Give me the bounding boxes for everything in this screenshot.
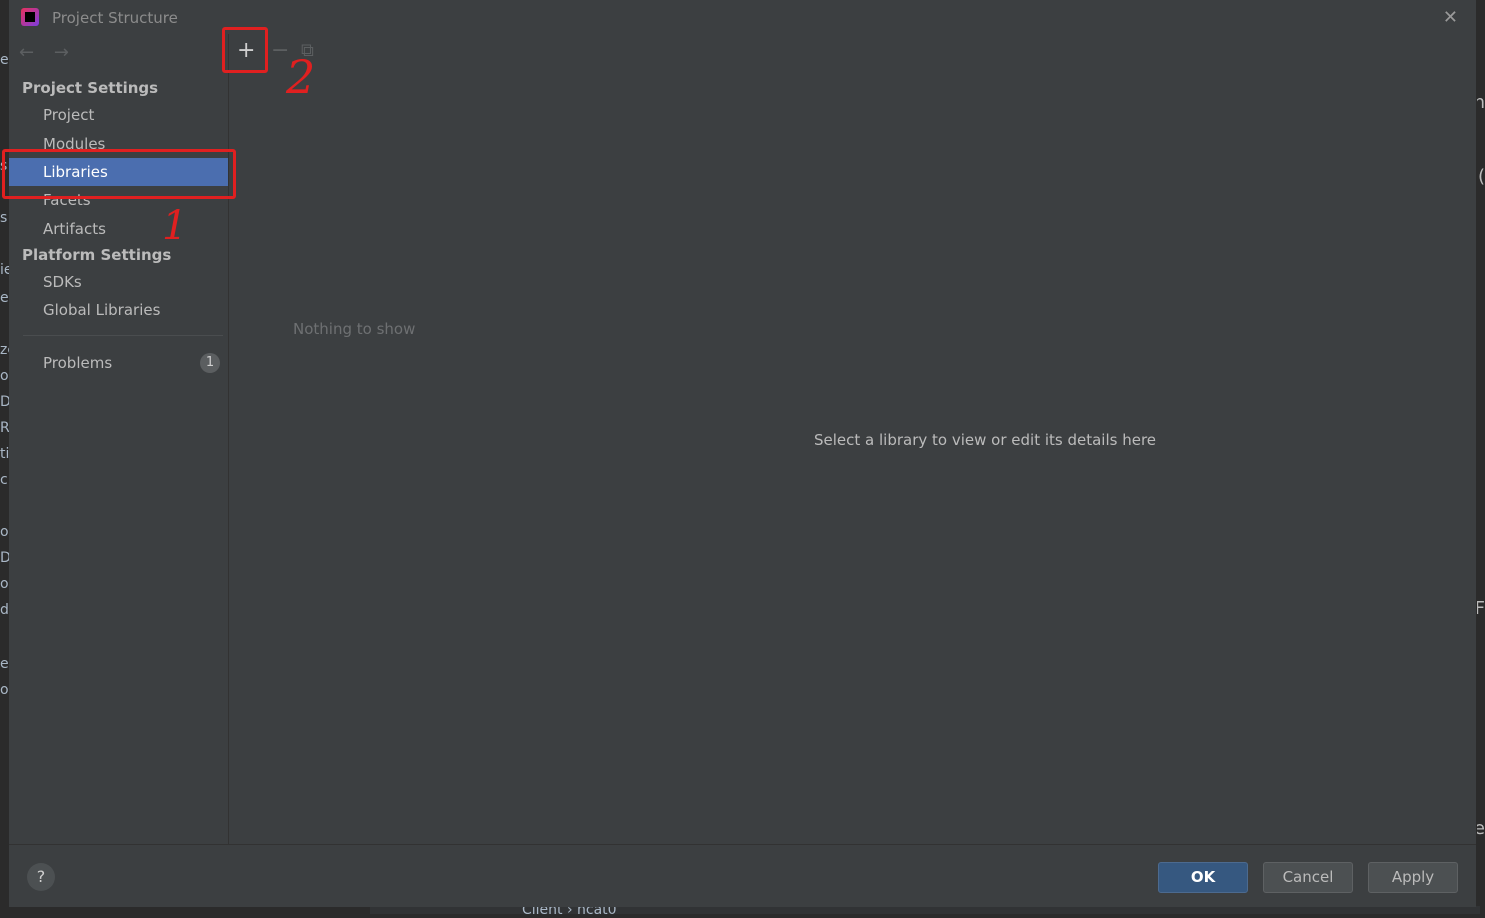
window-title: Project Structure: [52, 9, 178, 27]
forward-arrow-icon[interactable]: →: [54, 42, 69, 63]
sidebar-item-artifacts[interactable]: Artifacts: [9, 215, 228, 243]
problems-count-badge: 1: [200, 353, 220, 373]
sidebar-item-label: Problems: [43, 354, 113, 372]
background-ide-right: n ( F e: [1474, 0, 1485, 914]
bg-text: o: [0, 682, 9, 698]
annotation-box-add: [222, 27, 268, 73]
empty-list-text: Nothing to show: [293, 320, 416, 338]
dialog-footer: ? OK Cancel Apply: [9, 844, 1476, 907]
sidebar-item-label: Project: [43, 106, 95, 124]
sidebar-item-label: Artifacts: [43, 220, 106, 238]
platform-settings-header: Platform Settings: [22, 246, 172, 264]
background-ide-left: ev s s ie er ze or De R ti c o D o. ds e…: [0, 0, 19, 914]
project-settings-header: Project Settings: [22, 79, 159, 97]
sidebar-item-problems[interactable]: Problems 1: [9, 349, 228, 377]
bg-text: ti: [0, 446, 10, 462]
sidebar-item-global-libraries[interactable]: Global Libraries: [9, 296, 228, 324]
intellij-idea-icon: [21, 8, 39, 26]
back-arrow-icon[interactable]: ←: [19, 42, 34, 63]
background-ide-breadcrumb: Client › hcat0: [370, 902, 1480, 918]
help-icon[interactable]: ?: [27, 863, 55, 891]
bg-text: o: [0, 524, 9, 540]
sidebar-item-project[interactable]: Project: [9, 101, 228, 129]
annotation-box-libraries: [2, 149, 236, 199]
sidebar-item-label: SDKs: [43, 273, 82, 291]
sidebar-divider: [23, 335, 223, 336]
ok-button[interactable]: OK: [1158, 862, 1248, 893]
sidebar-item-sdks[interactable]: SDKs: [9, 268, 228, 296]
libraries-list-panel: + − ⧉ Nothing to show: [228, 34, 480, 844]
apply-button[interactable]: Apply: [1368, 862, 1458, 893]
project-structure-dialog: Project Structure ✕ ← → Project Settings…: [9, 0, 1477, 907]
library-details-panel: Select a library to view or edit its det…: [479, 34, 1475, 844]
close-icon[interactable]: ✕: [1443, 7, 1458, 28]
details-placeholder-text: Select a library to view or edit its det…: [814, 431, 1157, 449]
annotation-step-1: 1: [162, 203, 188, 249]
history-nav: ← →: [19, 42, 83, 63]
bg-text: s: [0, 210, 8, 226]
bg-text: c: [0, 472, 8, 488]
sidebar-item-label: Global Libraries: [43, 301, 161, 319]
annotation-step-2: 2: [286, 50, 316, 104]
bg-text: (: [1477, 166, 1485, 187]
cancel-button[interactable]: Cancel: [1263, 862, 1353, 893]
